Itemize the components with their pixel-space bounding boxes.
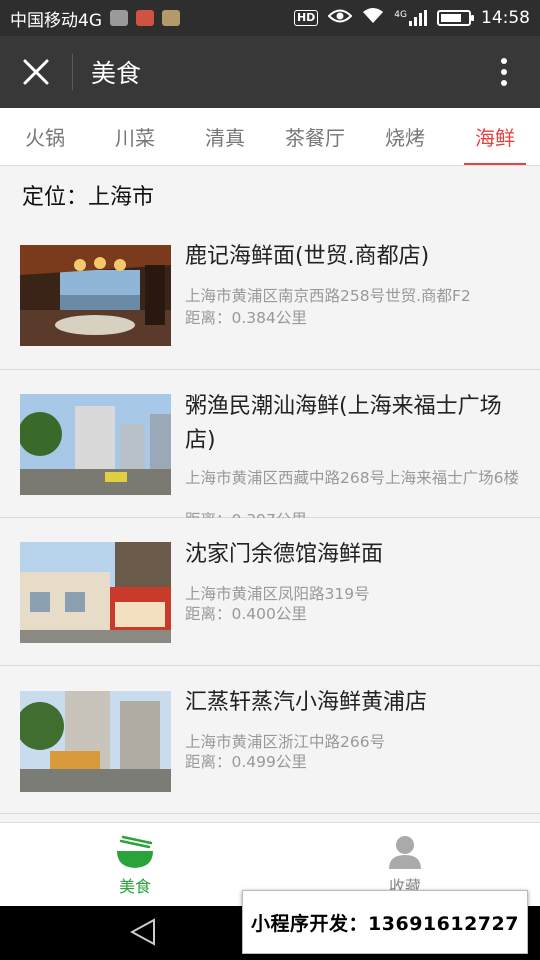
close-button[interactable]	[0, 36, 72, 108]
tab-sichuan[interactable]: 川菜	[90, 108, 180, 165]
nav-divider	[72, 54, 73, 90]
restaurant-name: 汇蒸轩蒸汽小海鲜黄浦店	[185, 690, 428, 715]
restaurant-distance: 距离：0.499公里	[185, 753, 307, 771]
restaurant-photo	[20, 542, 171, 643]
restaurant-distance: 距离：0.384公里	[185, 309, 307, 327]
battery-fill	[441, 14, 461, 22]
list-item[interactable]: 沈家门余德馆海鲜面 上海市黄浦区凤阳路319号 距离：0.400公里	[0, 518, 540, 666]
hd-icon: HD	[293, 10, 319, 26]
close-icon	[23, 59, 49, 85]
restaurant-address: 上海市黄浦区浙江中路266号	[185, 733, 386, 751]
restaurant-name: 粥渔民潮汕海鲜(上海来福士广场店)	[185, 394, 502, 453]
status-bar: 中国移动4G HD 4G 14:58	[0, 0, 540, 36]
app-notification-icon	[136, 10, 154, 26]
clock-label: 14:58	[481, 8, 530, 28]
list-item[interactable]: 汇蒸轩蒸汽小海鲜黄浦店 上海市黄浦区浙江中路266号 距离：0.499公里	[0, 666, 540, 814]
restaurant-name: 鹿记海鲜面(世贸.商都店)	[185, 244, 430, 269]
tab-halal[interactable]: 清真	[180, 108, 270, 165]
more-vertical-icon	[501, 58, 507, 86]
tab-seafood[interactable]: 海鲜	[450, 108, 540, 165]
category-tabs: 火锅 川菜 清真 茶餐厅 烧烤 海鲜	[0, 108, 540, 166]
eye-comfort-icon	[327, 8, 353, 29]
restaurant-address: 上海市黄浦区南京西路258号世贸.商都F2	[185, 287, 471, 305]
tabbar-food[interactable]: 美食	[0, 823, 270, 906]
nav-bar: 美食	[0, 36, 540, 108]
promo-badge: 小程序开发：13691612727	[242, 890, 528, 954]
restaurant-distance: 距离：0.400公里	[185, 605, 307, 623]
restaurant-address: 上海市黄浦区凤阳路319号	[185, 585, 370, 603]
person-icon	[389, 836, 421, 869]
tab-bbq[interactable]: 烧烤	[360, 108, 450, 165]
carrier-label: 中国移动4G	[10, 10, 102, 31]
restaurant-photo	[20, 394, 171, 495]
restaurant-photo	[20, 691, 171, 792]
restaurant-address: 上海市黄浦区西藏中路268号上海来福士广场6楼	[185, 469, 519, 487]
wifi-icon	[362, 7, 384, 29]
location-label: 定位：上海市	[0, 166, 540, 224]
list-item[interactable]: 鹿记海鲜面(世贸.商都店) 上海市黄浦区南京西路258号世贸.商都F2 距离：0…	[0, 222, 540, 370]
bowl-icon	[117, 835, 153, 868]
more-button[interactable]	[468, 36, 540, 108]
list-item[interactable]: 粥渔民潮汕海鲜(上海来福士广场店) 上海市黄浦区西藏中路268号上海来福士广场6…	[0, 370, 540, 529]
tabbar-food-label: 美食	[118, 877, 151, 896]
battery-icon	[437, 10, 474, 26]
back-icon[interactable]	[130, 918, 156, 946]
network-type-label: 4G	[394, 10, 407, 20]
tab-hotpot[interactable]: 火锅	[0, 108, 90, 165]
restaurant-name: 沈家门余德馆海鲜面	[185, 542, 384, 567]
restaurant-photo	[20, 245, 171, 346]
page-title: 美食	[91, 59, 142, 88]
tab-tea-restaurant[interactable]: 茶餐厅	[270, 108, 360, 165]
cell-signal-icon: 4G	[394, 10, 427, 26]
photo-notification-icon	[162, 10, 180, 26]
gallery-notification-icon	[110, 10, 128, 26]
